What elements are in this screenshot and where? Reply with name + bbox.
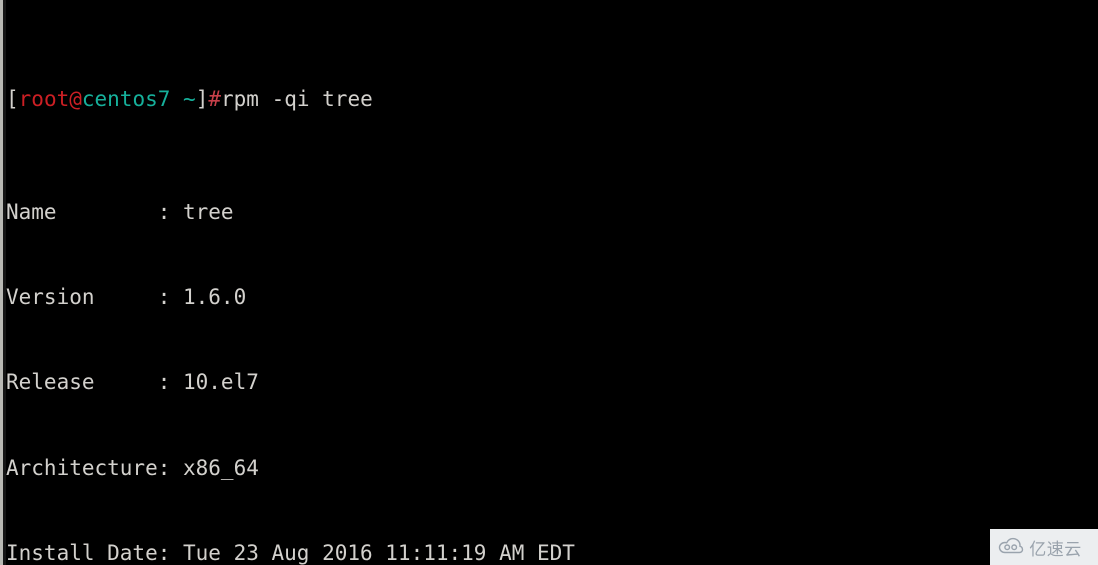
output-line: Name : tree xyxy=(6,200,234,225)
prompt-hostname: centos7 xyxy=(81,87,171,112)
output-line: Version : 1.6.0 xyxy=(6,285,247,310)
prompt-user: root@ xyxy=(18,87,82,112)
prompt-bracket-close: ] xyxy=(195,87,209,112)
cloud-icon xyxy=(998,537,1024,558)
terminal-screen[interactable]: [root@centos7 ~]#rpm -qi tree Name : tre… xyxy=(6,0,1098,565)
watermark-text: 亿速云 xyxy=(1029,539,1082,560)
prompt-bracket-open: [ xyxy=(6,87,19,112)
terminal-window[interactable]: [root@centos7 ~]#rpm -qi tree Name : tre… xyxy=(0,0,1098,565)
output-line: Architecture: x86_64 xyxy=(6,455,259,480)
watermark: 亿速云 xyxy=(960,529,1098,565)
prompt-sigil: # xyxy=(208,87,222,112)
prompt-cwd: ~ xyxy=(183,87,196,112)
command-text: rpm -qi tree xyxy=(221,87,373,112)
watermark-mask xyxy=(960,529,990,565)
window-left-border-shadow xyxy=(3,0,6,565)
output-line: Install Date: Tue 23 Aug 2016 11:11:19 A… xyxy=(6,540,575,565)
prompt-line: [root@centos7 ~]#rpm -qi tree xyxy=(6,85,1098,113)
output-line: Release : 10.el7 xyxy=(6,370,259,395)
